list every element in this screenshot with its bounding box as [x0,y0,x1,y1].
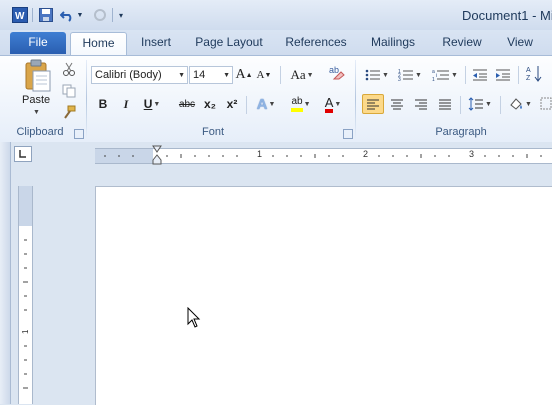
svg-text:a: a [432,69,435,75]
tab-page-layout[interactable]: Page Layout [190,32,268,54]
subscript-button[interactable]: x₂ [202,94,218,114]
left-edge [0,142,11,404]
underline-button[interactable]: U ▼ [142,94,162,114]
chevron-down-icon: ▼ [223,72,230,79]
font-color-icon: A [324,96,334,113]
paste-label: Paste [22,94,51,106]
shrink-font-button[interactable]: A ▼ [256,65,272,85]
ribbon-tabs: File Home Insert Page Layout References … [0,30,552,56]
chevron-down-icon: ▼ [178,72,185,79]
shading-button[interactable]: ▼ [505,94,535,114]
indent-marker-icon[interactable] [152,145,162,167]
qat-separator [112,8,113,22]
clipboard-launcher-icon[interactable] [74,129,84,139]
document-title: Document1 - Mi [462,8,552,23]
separator [246,96,247,114]
document-page[interactable] [95,186,552,405]
svg-text:3: 3 [398,77,401,82]
svg-text:i: i [436,73,437,79]
ruler-mark-1: 1 [257,149,263,159]
paragraph-group-label: Paragraph [435,126,487,138]
cut-icon[interactable] [60,59,78,79]
strikethrough-button[interactable]: abc [176,94,198,114]
numbering-button[interactable]: 1 2 3 ▼ [397,65,423,85]
shrink-font-glyph: A [256,69,265,81]
horizontal-ruler[interactable]: 1 2 3 [95,148,552,164]
paste-dropdown-icon[interactable]: ▼ [33,109,40,116]
tab-review[interactable]: Review [436,32,488,54]
font-color-button[interactable]: A ▼ [320,94,346,114]
svg-text:1: 1 [432,77,435,82]
customize-qat-icon[interactable]: ▾ [116,6,126,24]
multilevel-list-button[interactable]: a i 1 ▼ [430,65,460,85]
separator [518,66,519,84]
align-right-button[interactable] [410,94,432,114]
redo-icon[interactable] [92,6,108,24]
svg-text:A: A [526,67,531,74]
text-effects-icon: A [256,95,268,113]
title-bar: W ▼ ▾ Document1 - Mi [0,0,552,30]
clipboard-group-label: Clipboard [16,126,64,138]
change-case-glyph: Aa [290,67,306,82]
ruler-mark-2: 2 [363,149,369,159]
tab-mailings[interactable]: Mailings [362,32,424,54]
ribbon: Paste ▼ Clipboard Calibri (Body) ▼ 14 ▼ … [0,55,552,143]
svg-text:1: 1 [21,329,30,334]
change-case-button[interactable]: Aa ▼ [288,65,316,85]
ruler-ticks [95,149,542,163]
highlight-icon: ab [291,96,303,112]
bullets-button[interactable]: ▼ [364,65,390,85]
qat-separator [32,8,33,22]
ruler-mark-3: 3 [469,149,475,159]
undo-icon[interactable] [59,6,75,24]
tab-insert[interactable]: Insert [130,32,182,54]
increase-indent-icon[interactable] [493,65,513,85]
group-separator [86,60,87,138]
clear-formatting-icon[interactable]: ab [326,62,348,82]
separator [460,96,461,114]
vertical-ruler[interactable]: 1 [18,186,33,404]
copy-icon[interactable] [60,81,78,101]
borders-button[interactable] [540,94,552,114]
font-group-label: Font [201,126,224,138]
font-size-combo[interactable]: 14 ▼ [189,66,233,84]
highlight-button[interactable]: ab ▼ [284,94,318,114]
align-left-button[interactable] [362,94,384,114]
font-launcher-icon[interactable] [343,129,353,139]
grow-font-glyph: A [235,67,246,82]
word-logo-icon[interactable]: W [11,6,29,24]
svg-text:ab: ab [329,65,339,75]
vertical-ruler-ticks: 1 [19,186,32,389]
grow-font-button[interactable]: A ▲ [235,65,252,85]
decrease-indent-icon[interactable] [470,65,490,85]
paste-button[interactable] [20,59,56,93]
tab-view[interactable]: View [500,32,540,54]
line-spacing-button[interactable]: ▼ [465,94,495,114]
undo-dropdown-icon[interactable]: ▼ [76,6,84,24]
sort-icon[interactable]: AZ [524,63,544,83]
svg-text:Z: Z [526,75,531,82]
separator [465,66,466,84]
font-name-value: Calibri (Body) [95,69,162,81]
separator [500,96,501,114]
tab-selector-button[interactable] [14,146,32,162]
underline-glyph: U [143,97,153,111]
svg-text:W: W [15,11,25,22]
tab-references[interactable]: References [280,32,352,54]
font-name-combo[interactable]: Calibri (Body) ▼ [91,66,188,84]
italic-button[interactable]: I [119,94,133,114]
tab-file[interactable]: File [10,32,66,54]
save-icon[interactable] [37,6,55,24]
tab-home[interactable]: Home [70,32,127,56]
bold-button[interactable]: B [96,94,110,114]
separator [280,66,281,84]
align-center-button[interactable] [386,94,408,114]
superscript-button[interactable]: x² [224,94,240,114]
justify-button[interactable] [434,94,456,114]
format-painter-icon[interactable] [60,102,78,122]
mouse-cursor-icon [187,306,201,329]
font-size-value: 14 [193,69,206,81]
text-effects-button[interactable]: A ▼ [254,94,278,114]
